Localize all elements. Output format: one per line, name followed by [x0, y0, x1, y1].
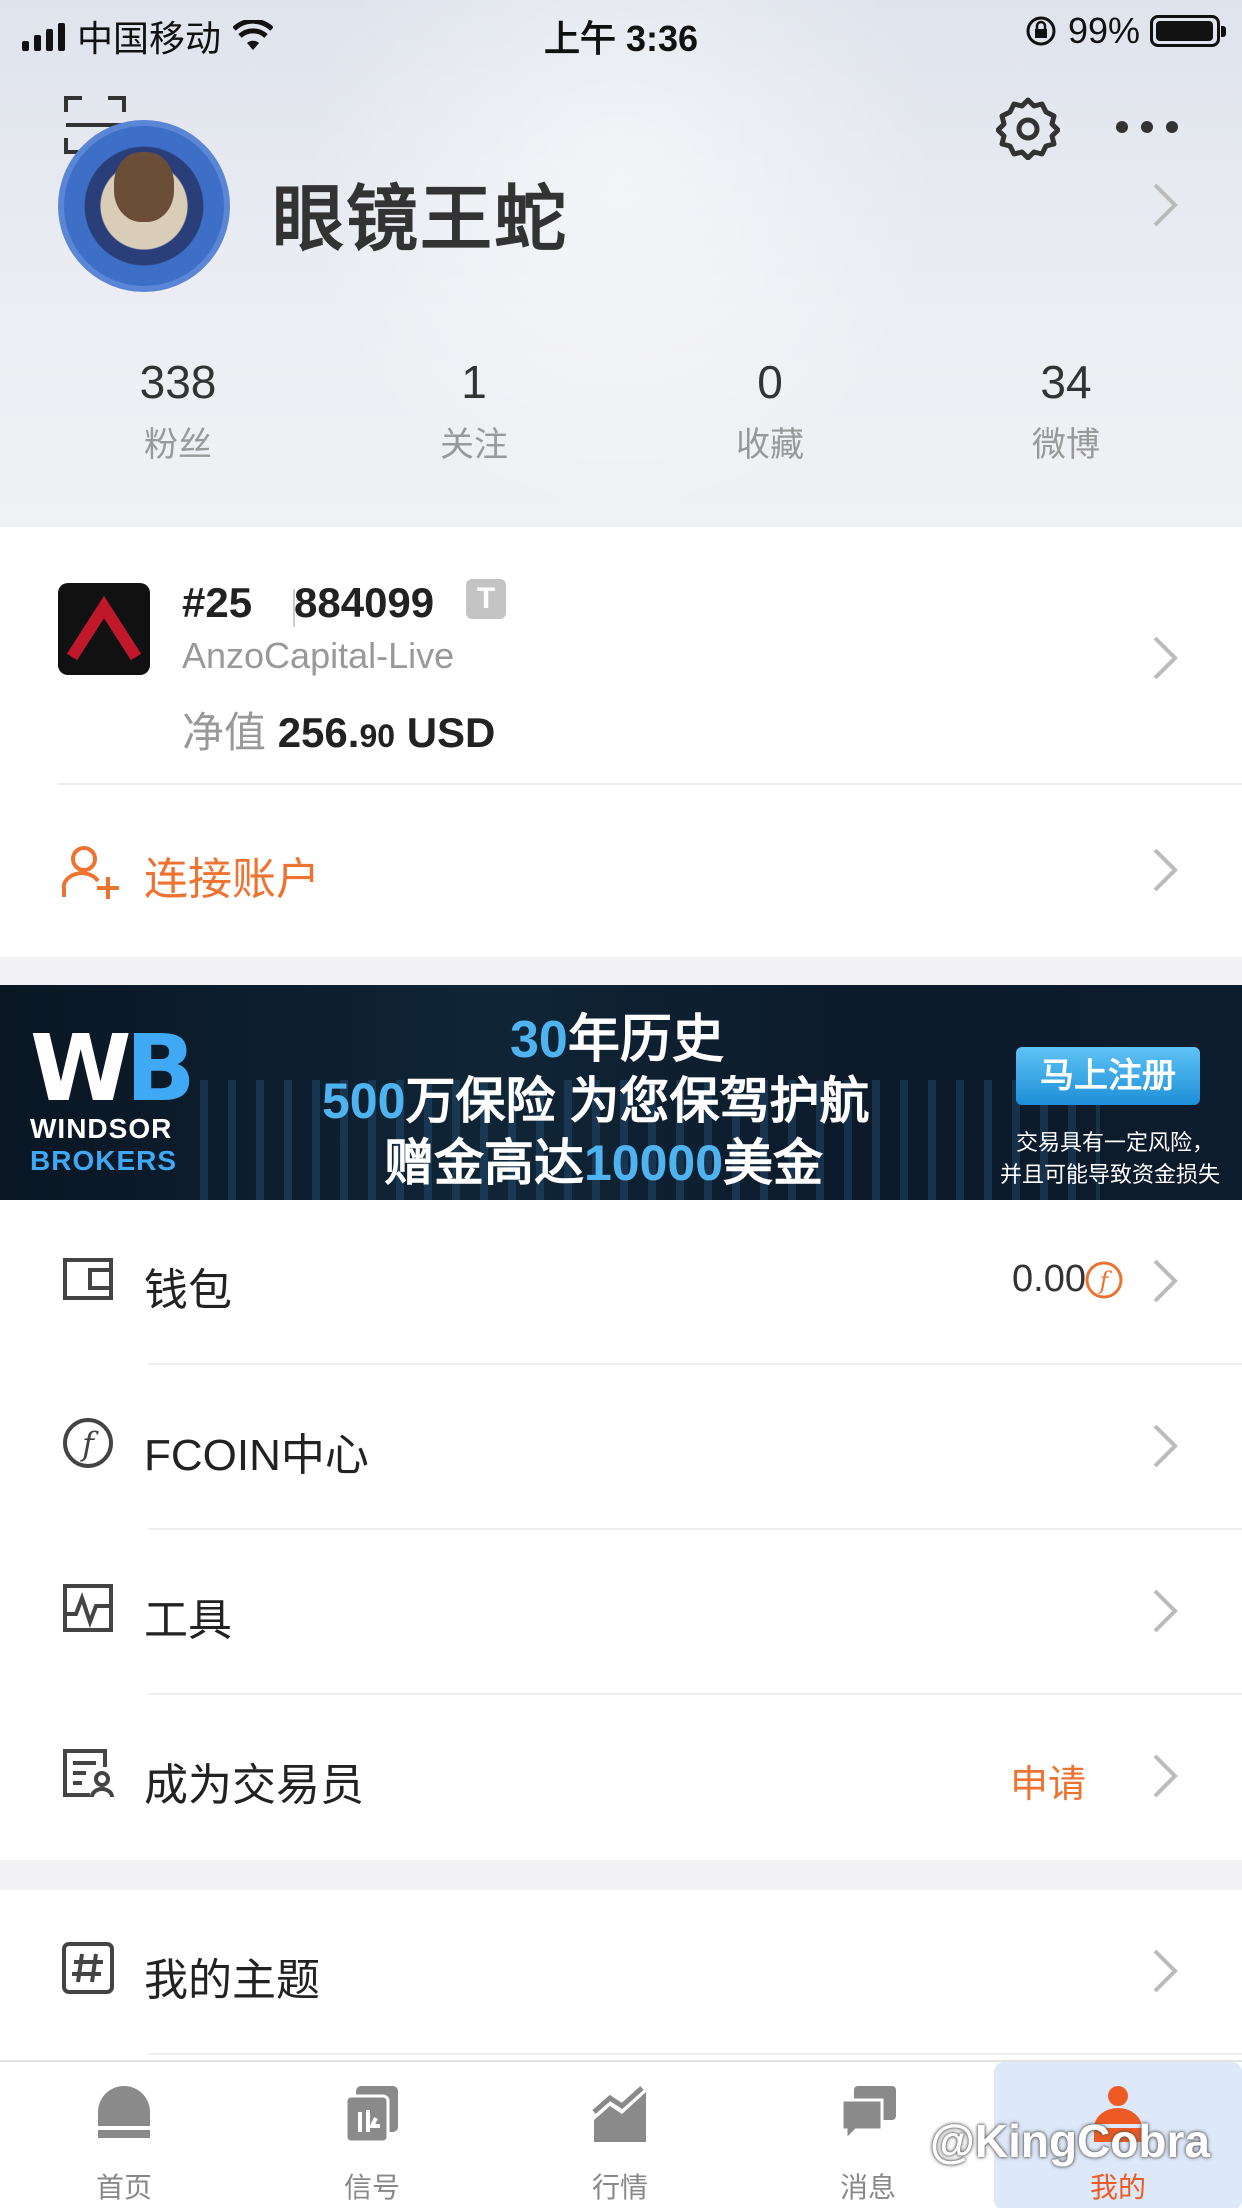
equity-decimals: 90 — [359, 718, 396, 754]
tab-label: 信号 — [343, 2172, 400, 2203]
chevron-right-icon — [1153, 1589, 1178, 1633]
menu-item-tools[interactable]: 工具 — [0, 1530, 1242, 1695]
equity-int: 256. — [277, 709, 360, 756]
profile-chevron-icon[interactable] — [1150, 180, 1180, 230]
divider — [148, 2053, 1242, 2055]
tab-label: 行情 — [591, 2172, 648, 2203]
menu-item-wallet[interactable]: 钱包 0.00 f — [0, 1200, 1242, 1365]
menu-item-my-topics[interactable]: 我的主题 — [0, 1890, 1242, 2055]
chevron-right-icon — [1153, 1949, 1178, 1993]
stat-value: 1 — [461, 356, 487, 408]
stat-posts[interactable]: 34 微博 — [918, 355, 1214, 466]
account-rank: #25 — [182, 579, 253, 626]
broker-logo — [58, 583, 150, 675]
tools-chart-icon — [63, 1584, 113, 1632]
promo-banner[interactable]: WB WINDSOR BROKERS 30年历史 500万保险 为您保驾护航 赠… — [0, 985, 1242, 1200]
message-icon — [840, 2086, 896, 2144]
rotation-lock-icon — [1026, 16, 1056, 46]
trader-profile-icon — [63, 1749, 114, 1798]
tab-signals[interactable]: 信号 — [248, 2062, 496, 2208]
risk-warning-1: 交易具有一定风险， — [1015, 1130, 1214, 1155]
tab-home[interactable]: 首页 — [0, 2062, 248, 2208]
tab-label: 首页 — [95, 2172, 152, 2203]
stat-label: 粉丝 — [144, 426, 212, 464]
avatar[interactable] — [58, 120, 230, 292]
market-icon — [592, 2086, 646, 2142]
weibo-watermark: @KingCobra — [930, 2115, 1210, 2167]
logo-text-line2: BROKERS — [30, 1145, 178, 1176]
stat-value: 338 — [139, 356, 217, 408]
battery-icon — [1150, 15, 1226, 47]
svg-text:f: f — [80, 1425, 99, 1463]
stat-label: 收藏 — [736, 426, 804, 464]
svg-text:f: f — [1098, 1267, 1113, 1295]
banner-headline-3: 赠金高达10000美金 — [384, 1135, 824, 1191]
stat-following[interactable]: 1 关注 — [326, 355, 622, 466]
risk-warning-2: 并且可能导致资金损失 — [999, 1162, 1220, 1187]
account-id: 884099 — [294, 579, 435, 626]
apply-link[interactable]: 申请 — [1010, 1753, 1086, 1808]
menu-list: 钱包 0.00 f f FCOIN中心 工具 成为交易员 申请 — [0, 1200, 1242, 1860]
menu-label: 工具 — [144, 1596, 232, 1645]
profile-stats: 338 粉丝 1 关注 0 收藏 34 微博 — [0, 355, 1242, 466]
tab-market[interactable]: 行情 — [496, 2062, 744, 2208]
gear-icon[interactable] — [996, 96, 1060, 160]
equity: 净值 256.90 USD — [182, 699, 495, 760]
chevron-right-icon — [1153, 1424, 1178, 1468]
menu-label: FCOIN中心 — [144, 1431, 369, 1480]
logo-text-line1: WINDSOR — [30, 1113, 173, 1144]
profile-header: 中国移动 上午 3:36 99% 眼镜王蛇 338 粉丝 1 关注 0 收藏 3… — [0, 0, 1242, 527]
home-icon — [98, 2086, 150, 2138]
equity-value: 256.90 USD — [278, 709, 496, 756]
stat-value: 0 — [757, 356, 783, 408]
chevron-right-icon — [1153, 848, 1178, 892]
fcoin-icon: f — [63, 1418, 113, 1468]
hashtag-icon — [62, 1942, 114, 1994]
status-bar: 中国移动 上午 3:36 99% — [0, 0, 1242, 62]
connect-account-row[interactable]: 连接账户 — [0, 785, 1242, 953]
fcoin-icon: f — [1085, 1261, 1123, 1299]
add-user-icon — [61, 846, 119, 899]
connect-account-label: 连接账户 — [144, 855, 320, 904]
stat-followers[interactable]: 338 粉丝 — [30, 355, 326, 466]
username[interactable]: 眼镜王蛇 — [272, 160, 568, 265]
menu-item-fcoin[interactable]: f FCOIN中心 — [0, 1365, 1242, 1530]
account-type-badge: T — [466, 579, 506, 619]
chevron-right-icon — [1153, 1259, 1178, 1303]
more-icon[interactable] — [1112, 112, 1182, 142]
menu-item-become-trader[interactable]: 成为交易员 申请 — [0, 1695, 1242, 1860]
stat-label: 关注 — [440, 426, 508, 464]
windsor-logo: WB — [30, 1015, 196, 1122]
menu-list-secondary: 我的主题 — [0, 1890, 1242, 2060]
account-chevron-icon — [1153, 636, 1178, 680]
wallet-balance: 0.00 — [1012, 1258, 1086, 1300]
stat-favorites[interactable]: 0 收藏 — [622, 355, 918, 466]
stat-value: 34 — [1040, 356, 1092, 408]
equity-unit: USD — [406, 709, 496, 756]
menu-label: 成为交易员 — [144, 1761, 364, 1810]
signal-icon — [344, 2086, 398, 2144]
account-row[interactable]: #25 884099 T AnzoCapital-Live 净值 256.90 … — [0, 527, 1242, 783]
battery-percent: 99% — [1067, 10, 1140, 51]
wallet-icon — [63, 1258, 113, 1300]
menu-label: 钱包 — [144, 1266, 232, 1315]
broker-name: AnzoCapital-Live — [182, 635, 455, 676]
tab-label: 我的 — [1089, 2172, 1146, 2203]
tab-label: 消息 — [839, 2172, 896, 2203]
equity-label: 净值 — [182, 709, 267, 756]
account-card: #25 884099 T AnzoCapital-Live 净值 256.90 … — [0, 527, 1242, 957]
stat-label: 微博 — [1032, 426, 1100, 464]
register-now-button[interactable]: 马上注册 — [1016, 1047, 1200, 1105]
chevron-right-icon — [1153, 1754, 1178, 1798]
menu-label: 我的主题 — [144, 1956, 320, 2005]
